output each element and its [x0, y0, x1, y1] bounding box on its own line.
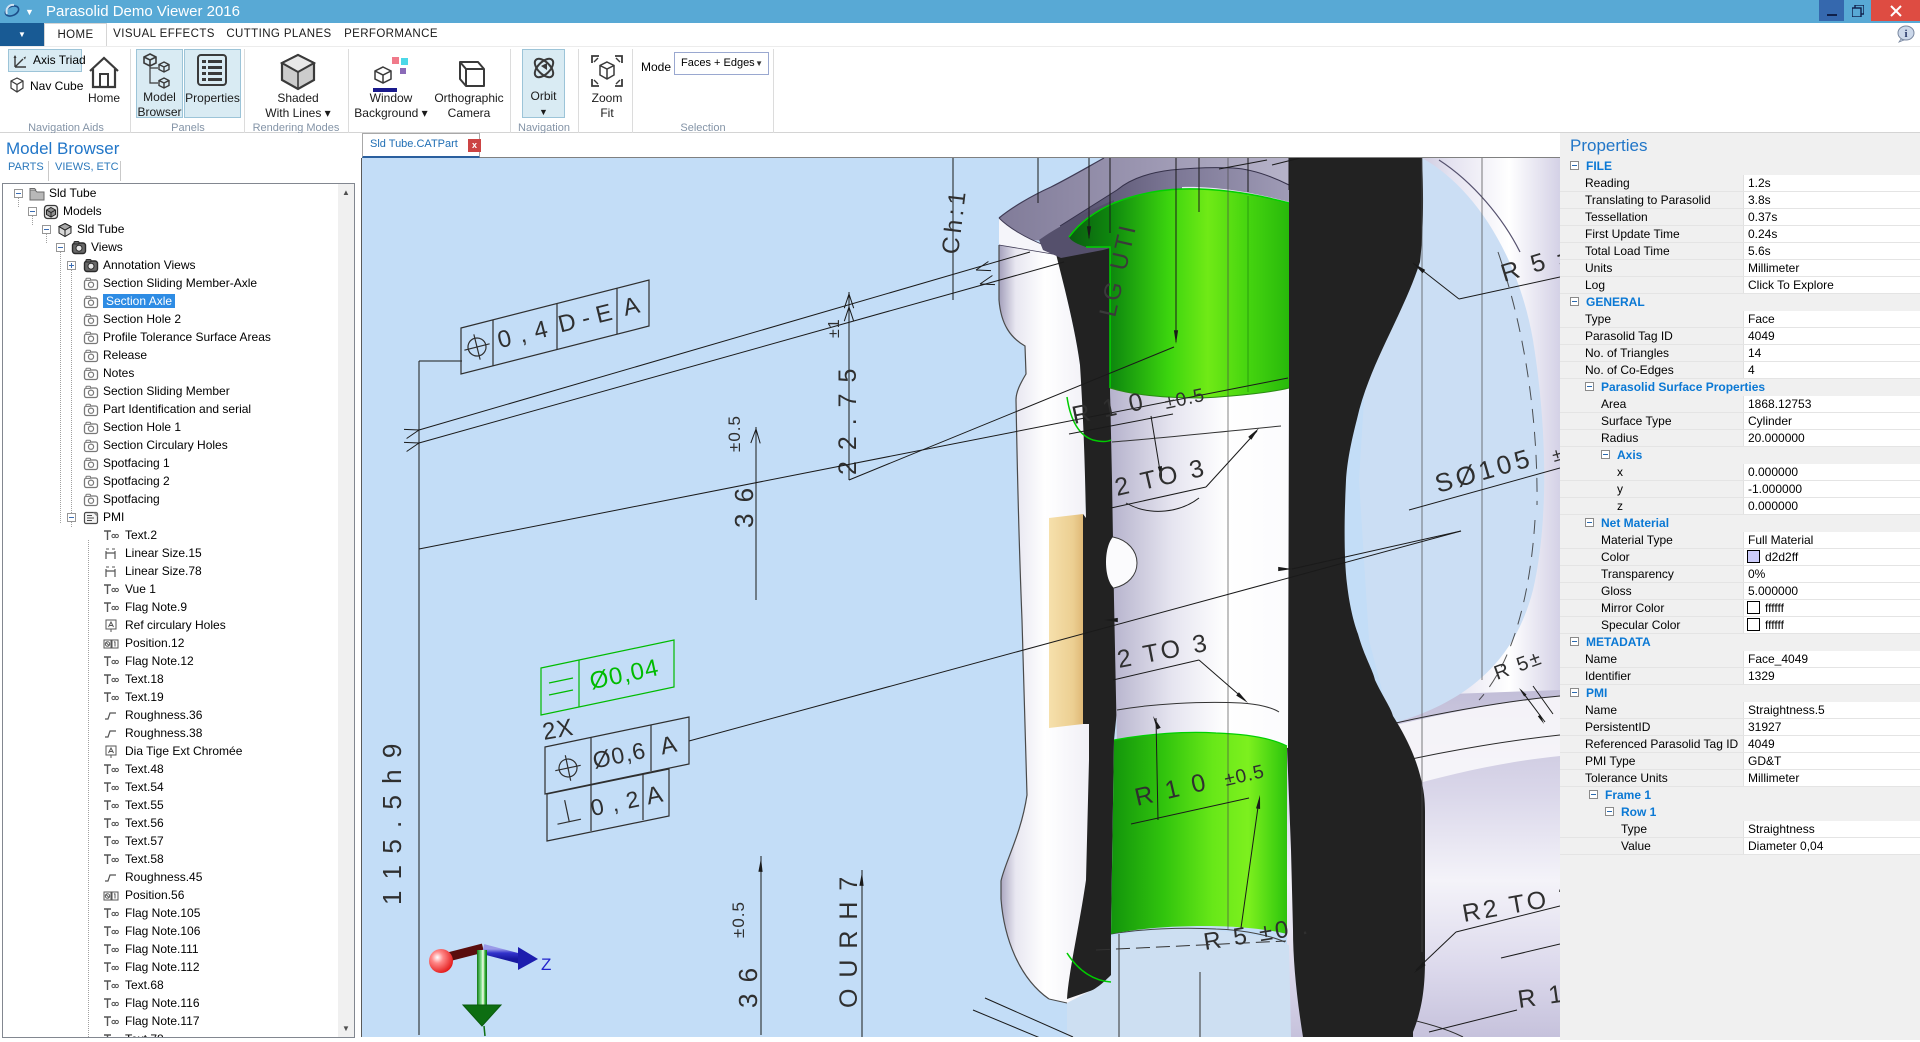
svg-text:3 6: 3 6: [729, 486, 759, 528]
svg-text:O U R H 7: O U R H 7: [835, 875, 863, 1008]
svg-text:R 1: R 1: [1516, 980, 1560, 1014]
svg-text:3 6: 3 6: [733, 966, 763, 1008]
svg-text:i: i: [1904, 28, 1907, 40]
svg-text:Z: Z: [541, 955, 551, 974]
svg-text:±0.5: ±0.5: [725, 415, 744, 452]
svg-text:2 2 . 7 5: 2 2 . 7 5: [834, 367, 862, 475]
svg-text:1 1 5 . 5 h 9: 1 1 5 . 5 h 9: [377, 742, 407, 905]
svg-text:±1: ±1: [826, 318, 843, 338]
svg-text:±0.5: ±0.5: [729, 901, 748, 938]
